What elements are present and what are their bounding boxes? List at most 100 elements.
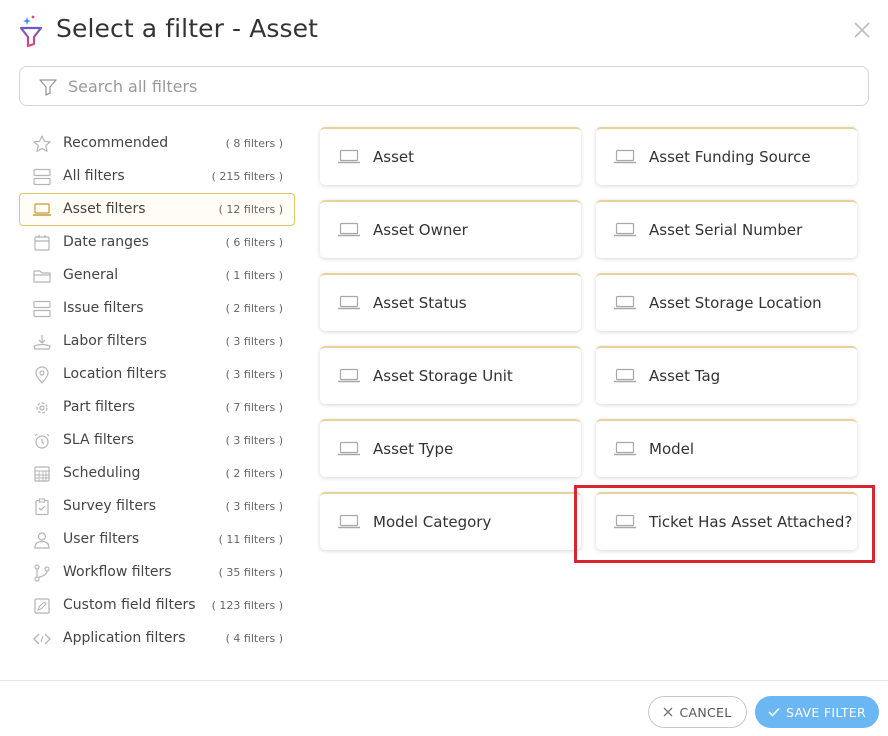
filter-card-asset-owner[interactable]: Asset Owner	[320, 200, 581, 258]
filter-category-list: Recommended ( 8 filters ) All filters ( …	[19, 127, 295, 655]
laptop-icon	[338, 368, 360, 383]
clipboard-check-icon	[35, 498, 49, 516]
sidebar-item-workflow-filters[interactable]: Workflow filters ( 35 filters )	[19, 556, 295, 589]
sidebar-item-label: Asset filters	[63, 201, 146, 217]
close-icon[interactable]	[850, 18, 874, 42]
sidebar-item-label: Part filters	[63, 399, 135, 415]
laptop-icon	[614, 295, 636, 310]
filter-card-model-category[interactable]: Model Category	[320, 492, 581, 550]
filter-card-label: Asset Tag	[649, 367, 721, 385]
gear-icon	[36, 402, 48, 414]
laptop-icon	[338, 441, 360, 456]
cancel-button[interactable]: CANCEL	[648, 696, 747, 728]
filter-card-label: Asset Owner	[373, 221, 468, 239]
laptop-icon	[614, 514, 636, 529]
filter-card-asset-type[interactable]: Asset Type	[320, 419, 581, 477]
laptop-icon	[338, 222, 360, 237]
sidebar-item-sla-filters[interactable]: SLA filters ( 3 filters )	[19, 424, 295, 457]
sidebar-item-count: ( 11 filters )	[218, 533, 283, 546]
filter-card-model[interactable]: Model	[596, 419, 857, 477]
sidebar-item-label: Date ranges	[63, 234, 149, 250]
cancel-button-label: CANCEL	[679, 704, 732, 720]
sidebar-item-count: ( 2 filters )	[225, 467, 283, 480]
sidebar-item-label: Recommended	[63, 135, 169, 151]
user-icon	[34, 532, 50, 549]
filter-icon	[39, 79, 57, 96]
sidebar-item-general[interactable]: General ( 1 filters )	[19, 259, 295, 292]
sidebar-item-part-filters[interactable]: Part filters ( 7 filters )	[19, 391, 295, 424]
sidebar-item-custom-field-filters[interactable]: Custom field filters ( 123 filters )	[19, 589, 295, 622]
laptop-icon	[614, 222, 636, 237]
search-input[interactable]	[68, 67, 848, 105]
dialog-header: Select a filter - Asset	[0, 0, 888, 64]
filter-card-label: Asset Funding Source	[649, 148, 811, 166]
sidebar-item-count: ( 12 filters )	[218, 203, 283, 216]
save-filter-button[interactable]: SAVE FILTER	[755, 696, 879, 728]
sidebar-item-label: SLA filters	[63, 432, 134, 448]
filter-card-asset-serial-number[interactable]: Asset Serial Number	[596, 200, 857, 258]
filter-card-label: Asset Status	[373, 294, 467, 312]
sidebar-item-labor-filters[interactable]: Labor filters ( 3 filters )	[19, 325, 295, 358]
sidebar-item-label: General	[63, 267, 119, 283]
sidebar-item-label: All filters	[63, 168, 125, 184]
sidebar-item-user-filters[interactable]: User filters ( 11 filters )	[19, 523, 295, 556]
sidebar-item-application-filters[interactable]: Application filters ( 4 filters )	[19, 622, 295, 655]
sidebar-item-label: Scheduling	[63, 465, 141, 481]
filter-card-asset-tag[interactable]: Asset Tag	[596, 346, 857, 404]
filter-card-asset[interactable]: Asset	[320, 127, 581, 185]
sidebar-item-label: Workflow filters	[63, 564, 172, 580]
filter-card-asset-storage-unit[interactable]: Asset Storage Unit	[320, 346, 581, 404]
sidebar-item-count: ( 8 filters )	[225, 137, 283, 150]
sidebar-item-scheduling[interactable]: Scheduling ( 2 filters )	[19, 457, 295, 490]
filter-card-asset-status[interactable]: Asset Status	[320, 273, 581, 331]
laptop-icon	[614, 441, 636, 456]
folder-icon	[33, 270, 51, 283]
sidebar-item-survey-filters[interactable]: Survey filters ( 3 filters )	[19, 490, 295, 523]
laptop-icon	[33, 203, 51, 216]
laptop-icon	[338, 295, 360, 310]
sidebar-item-count: ( 6 filters )	[225, 236, 283, 249]
list-icon	[33, 168, 51, 186]
sidebar-item-count: ( 2 filters )	[225, 302, 283, 315]
sidebar-item-count: ( 3 filters )	[225, 368, 283, 381]
sidebar-item-all-filters[interactable]: All filters ( 215 filters )	[19, 160, 295, 193]
code-brackets-icon	[33, 633, 51, 645]
sidebar-item-count: ( 4 filters )	[225, 632, 283, 645]
list-icon	[33, 300, 51, 318]
funnel-sparkle-icon	[19, 15, 43, 48]
sidebar-item-date-ranges[interactable]: Date ranges ( 6 filters )	[19, 226, 295, 259]
filter-card-label: Asset Serial Number	[649, 221, 803, 239]
dialog-title: Select a filter - Asset	[56, 14, 319, 43]
filter-card-ticket-has-asset-attached[interactable]: Ticket Has Asset Attached?	[596, 492, 857, 550]
filter-card-label: Model Category	[373, 513, 492, 531]
filter-card-asset-funding-source[interactable]: Asset Funding Source	[596, 127, 857, 185]
calendar-grid-icon	[34, 466, 50, 482]
sidebar-item-count: ( 3 filters )	[225, 434, 283, 447]
sidebar-item-asset-filters[interactable]: Asset filters ( 12 filters )	[19, 193, 295, 226]
sidebar-item-label: Survey filters	[63, 498, 157, 514]
sidebar-item-count: ( 35 filters )	[218, 566, 283, 579]
filter-card-asset-storage-location[interactable]: Asset Storage Location	[596, 273, 857, 331]
filter-card-label: Asset Storage Location	[649, 294, 822, 312]
filter-card-label: Asset Storage Unit	[373, 367, 513, 385]
workflow-branch-icon	[34, 564, 50, 582]
laptop-icon	[614, 149, 636, 164]
sidebar-item-count: ( 1 filters )	[225, 269, 283, 282]
sidebar-item-label: Location filters	[63, 366, 167, 382]
edit-box-icon	[34, 598, 50, 614]
sidebar-item-label: Labor filters	[63, 333, 147, 349]
sidebar-item-recommended[interactable]: Recommended ( 8 filters )	[19, 127, 295, 160]
laptop-icon	[614, 368, 636, 383]
labor-icon	[33, 335, 51, 350]
close-icon	[664, 707, 673, 717]
sidebar-item-label: Issue filters	[63, 300, 144, 316]
alarm-clock-icon	[34, 433, 50, 449]
dialog-footer: CANCEL SAVE FILTER	[0, 680, 888, 736]
star-icon	[33, 135, 51, 152]
sidebar-item-count: ( 3 filters )	[225, 335, 283, 348]
laptop-icon	[338, 514, 360, 529]
sidebar-item-issue-filters[interactable]: Issue filters ( 2 filters )	[19, 292, 295, 325]
laptop-icon	[338, 149, 360, 164]
sidebar-item-label: User filters	[63, 531, 140, 547]
sidebar-item-location-filters[interactable]: Location filters ( 3 filters )	[19, 358, 295, 391]
